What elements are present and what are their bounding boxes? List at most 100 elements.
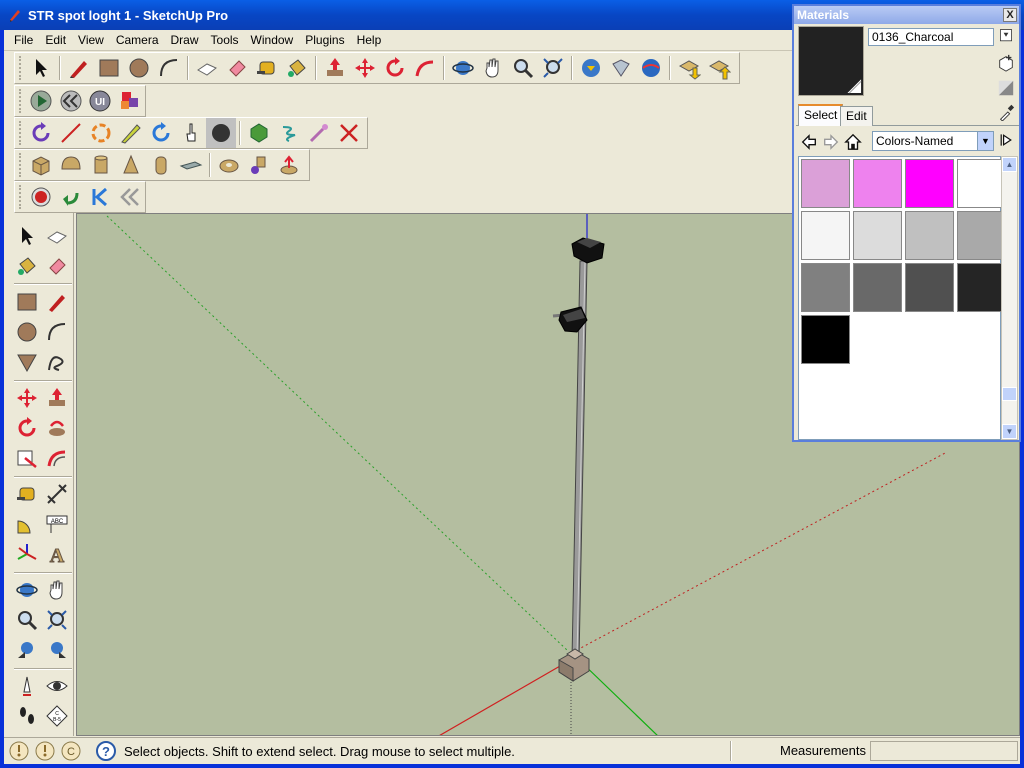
left-pushpull-button[interactable]	[42, 383, 72, 413]
offset-button[interactable]	[86, 118, 116, 148]
copyright-icon[interactable]: C	[60, 740, 82, 762]
left-arc-button[interactable]	[42, 317, 72, 347]
credits-icon[interactable]	[34, 740, 56, 762]
left-eraser-button[interactable]	[42, 251, 72, 281]
left-next-view-button[interactable]	[42, 635, 72, 665]
rotate-tool-button[interactable]	[380, 53, 410, 83]
spring-button[interactable]	[274, 118, 304, 148]
wand-button[interactable]	[304, 118, 334, 148]
arc-tool-button[interactable]	[154, 53, 184, 83]
display-secondary-button[interactable]	[996, 26, 1016, 46]
previous-frame-button[interactable]	[115, 182, 145, 212]
default-material-button[interactable]	[996, 78, 1016, 98]
menu-tools[interactable]: Tools	[205, 31, 245, 49]
rotate-purple-button[interactable]	[26, 118, 56, 148]
material-swatch[interactable]	[801, 263, 850, 312]
left-3dtext-button[interactable]: A	[42, 539, 72, 569]
ui-plugin-button[interactable]: UI	[85, 86, 115, 116]
extrude-shape-button[interactable]	[274, 150, 304, 180]
menu-edit[interactable]: Edit	[39, 31, 72, 49]
left-circle-button[interactable]	[12, 317, 42, 347]
slab-shape-button[interactable]	[176, 150, 206, 180]
rectangle-tool-button[interactable]	[94, 53, 124, 83]
left-scale-button[interactable]	[12, 443, 42, 473]
material-swatch[interactable]	[853, 159, 902, 208]
make-component-button[interactable]	[192, 53, 222, 83]
tape-measure-button[interactable]	[252, 53, 282, 83]
menu-help[interactable]: Help	[351, 31, 388, 49]
forward-button[interactable]	[820, 131, 842, 153]
left-rotate-button[interactable]	[12, 413, 42, 443]
left-text-button[interactable]: ABC	[42, 509, 72, 539]
green-shape-button[interactable]	[244, 118, 274, 148]
material-preview-swatch[interactable]	[798, 26, 864, 96]
paint-bucket-button[interactable]	[282, 53, 312, 83]
material-swatch[interactable]	[957, 159, 1006, 208]
left-protractor-button[interactable]	[12, 509, 42, 539]
left-rectangle-button[interactable]	[12, 287, 42, 317]
left-freehand-button[interactable]	[42, 347, 72, 377]
back-button[interactable]	[798, 131, 820, 153]
left-orbit-button[interactable]	[12, 575, 42, 605]
cross-button[interactable]	[334, 118, 364, 148]
menu-file[interactable]: File	[8, 31, 39, 49]
swatch-scrollbar[interactable]: ▲ ▼	[1001, 156, 1018, 440]
left-polygon-button[interactable]	[12, 347, 42, 377]
left-walk-button[interactable]	[12, 701, 42, 731]
components-shape-button[interactable]	[244, 150, 274, 180]
select-tool-button[interactable]	[26, 53, 56, 83]
get-component-button[interactable]	[674, 53, 704, 83]
chevron-down-icon[interactable]: ▼	[977, 132, 993, 150]
left-followme-button[interactable]	[42, 413, 72, 443]
create-material-button[interactable]	[996, 53, 1016, 73]
line-red-button[interactable]	[56, 118, 86, 148]
tab-select[interactable]: Select	[798, 104, 844, 126]
material-swatch[interactable]	[853, 211, 902, 260]
left-zoom-window-button[interactable]	[42, 605, 72, 635]
line-tool-button[interactable]	[64, 53, 94, 83]
scroll-up-button[interactable]: ▲	[1002, 157, 1017, 172]
eraser-tool-button[interactable]	[222, 53, 252, 83]
left-paint-button[interactable]	[12, 251, 42, 281]
material-swatch[interactable]	[853, 263, 902, 312]
left-look-around-button[interactable]	[42, 671, 72, 701]
pencil-yellow-button[interactable]	[116, 118, 146, 148]
first-frame-button[interactable]	[85, 182, 115, 212]
get-models-button[interactable]	[576, 53, 606, 83]
material-swatch[interactable]	[801, 211, 850, 260]
cone-shape-button[interactable]	[116, 150, 146, 180]
menu-window[interactable]: Window	[245, 31, 300, 49]
tube-shape-button[interactable]	[146, 150, 176, 180]
left-dimension-button[interactable]	[42, 479, 72, 509]
left-previous-view-button[interactable]	[12, 635, 42, 665]
material-name-field[interactable]: 0136_Charcoal	[868, 28, 994, 46]
material-swatch[interactable]	[905, 211, 954, 260]
orbit-button[interactable]	[448, 53, 478, 83]
zoom-button[interactable]	[508, 53, 538, 83]
undo-path-button[interactable]	[56, 182, 86, 212]
geo-location-icon[interactable]	[8, 740, 30, 762]
help-icon[interactable]: ?	[96, 741, 116, 761]
measurements-input[interactable]	[870, 741, 1018, 761]
move-tool-button[interactable]	[350, 53, 380, 83]
record-button[interactable]	[26, 182, 56, 212]
material-swatch[interactable]	[801, 315, 850, 364]
ruby-plugin-button[interactable]	[115, 86, 145, 116]
materials-close-button[interactable]: X	[1003, 8, 1017, 22]
refresh-button[interactable]	[146, 118, 176, 148]
menu-plugins[interactable]: Plugins	[299, 31, 350, 49]
library-select[interactable]: Colors-Named ▼	[872, 131, 994, 151]
google-earth-button[interactable]	[636, 53, 666, 83]
left-offset-button[interactable]	[42, 443, 72, 473]
push-pull-button[interactable]	[320, 53, 350, 83]
left-component-button[interactable]	[42, 221, 72, 251]
scroll-down-button[interactable]: ▼	[1002, 424, 1017, 439]
left-zoom-button[interactable]	[12, 605, 42, 635]
left-line-button[interactable]	[42, 287, 72, 317]
scroll-thumb[interactable]	[1002, 387, 1017, 401]
circle-tool-button[interactable]	[124, 53, 154, 83]
cylinder-shape-button[interactable]	[86, 150, 116, 180]
box-shape-button[interactable]	[26, 150, 56, 180]
left-section-button[interactable]: C B-5	[42, 701, 72, 731]
left-position-camera-button[interactable]	[12, 671, 42, 701]
